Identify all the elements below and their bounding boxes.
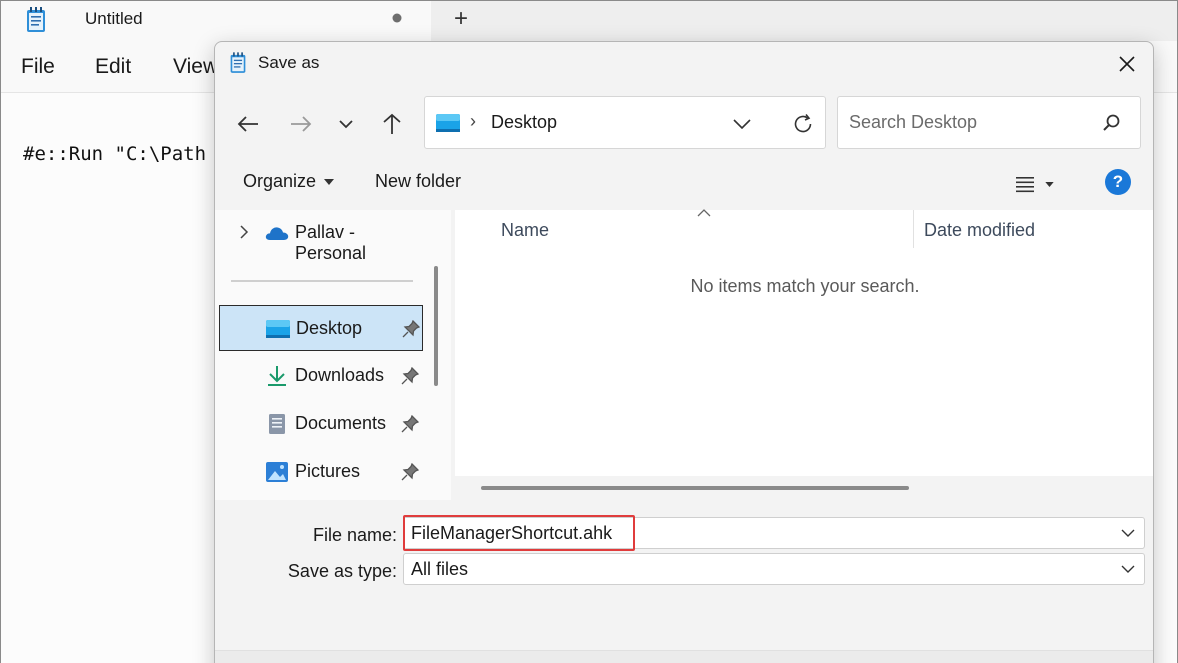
change-view-button[interactable] (1015, 171, 1065, 197)
onedrive-cloud-icon (265, 227, 289, 240)
desktop-folder-icon (436, 114, 460, 132)
save-as-type-label: Save as type: (287, 561, 397, 581)
back-button[interactable] (232, 108, 264, 140)
desktop-folder-icon (266, 320, 290, 338)
caret-down-icon (1045, 181, 1054, 187)
nav-item-desktop[interactable]: Desktop (219, 305, 423, 351)
caret-down-icon (324, 178, 335, 185)
refresh-button[interactable] (789, 110, 817, 138)
file-name-input[interactable] (404, 518, 1104, 548)
notepad-tab[interactable]: Untitled (1, 1, 431, 41)
chevron-down-icon[interactable] (1120, 561, 1136, 577)
nav-item-label: Downloads (295, 365, 385, 385)
new-tab-button[interactable]: + (454, 5, 468, 33)
help-button[interactable]: ? (1105, 169, 1131, 195)
column-header-name[interactable]: Name (501, 220, 549, 241)
sort-ascending-icon (697, 209, 711, 217)
organize-button[interactable]: Organize (243, 171, 335, 192)
nav-scrollbar[interactable] (434, 266, 438, 386)
nav-item-label: Desktop (296, 318, 363, 338)
list-view-icon (1016, 177, 1034, 193)
nav-item-downloads[interactable]: Downloads (219, 353, 423, 399)
column-header-date-modified[interactable]: Date modified (924, 220, 1035, 241)
save-as-dialog: Save as › Desktop Search Desktop Organiz… (214, 41, 1154, 663)
notepad-tab-title: Untitled (85, 9, 143, 28)
forward-button[interactable] (285, 108, 317, 140)
navigation-pane: Pallav - Personal Desktop Downloads Docu… (215, 210, 451, 500)
search-input[interactable] (838, 97, 1098, 148)
nav-item-onedrive[interactable]: Pallav - Personal (219, 210, 423, 263)
save-fields: File name: Save as type: All files (215, 500, 1153, 663)
navigation-row: › Desktop (215, 86, 1153, 158)
pin-icon[interactable] (401, 415, 419, 433)
empty-message: No items match your search. (690, 276, 920, 296)
notepad-app-icon (27, 7, 45, 32)
nav-item-label: Pictures (295, 461, 361, 481)
chevron-down-icon[interactable] (1120, 525, 1136, 541)
menu-file[interactable]: File (21, 55, 55, 79)
close-button[interactable] (1110, 50, 1144, 78)
nav-item-label: Documents (295, 413, 387, 433)
up-button[interactable] (376, 108, 408, 140)
breadcrumb-desktop[interactable]: Desktop (491, 112, 557, 133)
menu-edit[interactable]: Edit (95, 55, 131, 79)
unsaved-dot-icon[interactable] (391, 12, 403, 24)
notepad-titlebar: Untitled + (1, 1, 1177, 41)
address-bar[interactable]: › Desktop (424, 96, 826, 149)
address-history-button[interactable] (730, 112, 754, 136)
search-icon[interactable] (1100, 112, 1122, 134)
nav-item-documents[interactable]: Documents (219, 401, 423, 447)
refresh-icon (794, 113, 812, 133)
pin-icon[interactable] (402, 320, 420, 338)
recent-locations-button[interactable] (330, 108, 362, 140)
file-name-label: File name: (312, 525, 397, 545)
dialog-footer (215, 650, 1153, 663)
command-bar: Organize New folder ? (215, 158, 1153, 210)
organize-label: Organize (243, 171, 317, 191)
dialog-title: Save as (258, 53, 320, 72)
save-as-type-value: All files (411, 559, 469, 579)
pin-icon[interactable] (401, 463, 419, 481)
notepad-app-icon (230, 52, 246, 73)
horizontal-scrollbar[interactable] (455, 476, 1153, 500)
download-icon (268, 366, 286, 386)
nav-item-pictures[interactable]: Pictures (219, 449, 423, 495)
file-list[interactable]: Name Date modified No items match your s… (455, 209, 1153, 500)
save-as-type-select[interactable]: All files (403, 553, 1145, 585)
chevron-down-icon (733, 119, 751, 129)
scrollbar-thumb[interactable] (481, 486, 909, 490)
pictures-icon (266, 462, 288, 482)
close-icon (1119, 56, 1135, 72)
editor-text: #e::Run "C:\Path (23, 143, 207, 165)
file-name-field[interactable] (403, 517, 1145, 549)
nav-item-label: Pallav - Personal (295, 222, 367, 263)
arrow-right-icon (291, 116, 312, 132)
new-folder-button[interactable]: New folder (375, 171, 461, 192)
arrow-left-icon (237, 116, 258, 132)
menu-view[interactable]: View (173, 55, 218, 79)
arrow-up-icon (383, 113, 401, 134)
breadcrumb-separator-icon: › (470, 111, 476, 131)
dialog-titlebar: Save as (215, 42, 1153, 86)
column-divider[interactable] (913, 210, 914, 248)
pin-icon[interactable] (401, 367, 419, 385)
nav-divider (231, 280, 413, 282)
search-box[interactable] (837, 96, 1141, 149)
new-folder-label: New folder (375, 171, 462, 191)
chevron-down-icon (339, 120, 353, 129)
chevron-right-icon[interactable] (237, 225, 251, 239)
documents-icon (269, 414, 285, 434)
